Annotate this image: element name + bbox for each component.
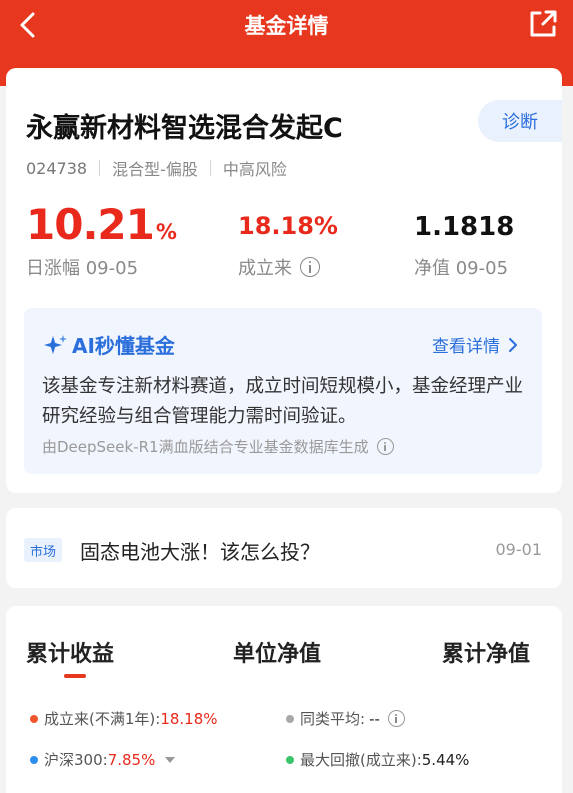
- legend-label: 沪深300:: [44, 751, 108, 769]
- performance-card: 累计收益 单位净值 累计净值 成立来(不满1年): 18.18% 同类平均: -…: [6, 606, 562, 793]
- fund-meta: 024738 混合型-偏股 中高风险: [26, 156, 287, 180]
- legend-since-inception: 成立来(不满1年): 18.18%: [30, 708, 218, 729]
- divider: [99, 160, 101, 176]
- legend-dot: [286, 714, 294, 723]
- daily-change-value: 10.21: [26, 200, 155, 249]
- ai-summary-text: 该基金专注新材料赛道，成立时间短规模小，基金经理产业研究经验与组合管理能力需时间…: [42, 376, 524, 427]
- diagnose-button[interactable]: 诊断: [478, 100, 562, 142]
- chevron-right-icon: [509, 337, 517, 352]
- legend-label: 最大回撤(成立来):: [300, 751, 422, 769]
- ai-title-group: AI秒懂基金: [42, 330, 175, 359]
- news-tag: 市场: [24, 538, 63, 562]
- news-date: 09-01: [495, 540, 543, 559]
- tab-unit-nav[interactable]: 单位净值: [233, 636, 321, 668]
- legend-value: 18.18%: [160, 709, 218, 728]
- since-inception-label: 成立来: [238, 258, 292, 279]
- legend-label: 同类平均:: [300, 710, 366, 728]
- legend-dot: [30, 755, 38, 764]
- back-icon[interactable]: [14, 8, 44, 42]
- info-icon[interactable]: [300, 257, 320, 277]
- page-title: 基金详情: [244, 14, 329, 38]
- daily-change: 10.21%: [26, 200, 177, 249]
- ai-note-text: 由DeepSeek-R1满血版结合专业基金数据库生成: [42, 438, 369, 456]
- active-tab-indicator: [64, 674, 86, 678]
- caret-down-icon[interactable]: [165, 756, 176, 763]
- legend-label: 成立来(不满1年):: [44, 710, 161, 728]
- fund-risk: 中高风险: [222, 160, 287, 179]
- fund-code: 024738: [26, 158, 88, 178]
- fund-summary-card: 永赢新材料智选混合发起C 诊断 024738 混合型-偏股 中高风险 10.21…: [6, 68, 562, 493]
- nav-value: 1.1818: [414, 212, 515, 242]
- since-inception-value: 18.18%: [238, 212, 338, 240]
- legend-value: --: [369, 709, 380, 728]
- share-icon[interactable]: [527, 8, 557, 40]
- legend-value: 7.85%: [107, 750, 156, 769]
- ai-more-label: 查看详情: [432, 337, 500, 357]
- legend-max-drawdown: 最大回撤(成立来): 5.44%: [286, 749, 469, 770]
- since-inception-label-group[interactable]: 成立来: [238, 254, 320, 280]
- info-icon[interactable]: [376, 438, 394, 455]
- tab-cumulative-nav[interactable]: 累计净值: [442, 636, 530, 668]
- fund-name: 永赢新材料智选混合发起C: [26, 113, 343, 144]
- legend-dot: [286, 755, 294, 764]
- ai-title: AI秒懂基金: [72, 334, 175, 358]
- ai-note: 由DeepSeek-R1满血版结合专业基金数据库生成: [42, 436, 394, 457]
- daily-change-unit: %: [155, 220, 177, 244]
- daily-change-label: 日涨幅 09-05: [26, 258, 139, 279]
- legend-value: 5.44%: [421, 750, 470, 769]
- news-title: 固态电池大涨！该怎么投？: [80, 540, 320, 564]
- news-card[interactable]: 市场 固态电池大涨！该怎么投？ 09-01: [6, 508, 562, 588]
- sparkle-icon: [44, 334, 67, 354]
- nav-label: 净值 09-05: [414, 258, 509, 279]
- legend-hs300[interactable]: 沪深300: 7.85%: [30, 749, 176, 770]
- info-icon[interactable]: [387, 710, 405, 727]
- fund-type: 混合型-偏股: [112, 160, 198, 179]
- ai-summary-box: AI秒懂基金 查看详情 该基金专注新材料赛道，成立时间短规模小，基金经理产业研究…: [24, 308, 542, 474]
- legend-dot: [30, 714, 38, 723]
- tab-cumulative-return[interactable]: 累计收益: [26, 636, 114, 668]
- nav-bar: 基金详情: [0, 0, 573, 50]
- divider: [209, 160, 211, 176]
- legend-peer-average: 同类平均: --: [286, 708, 405, 729]
- ai-more-link[interactable]: 查看详情: [432, 332, 518, 357]
